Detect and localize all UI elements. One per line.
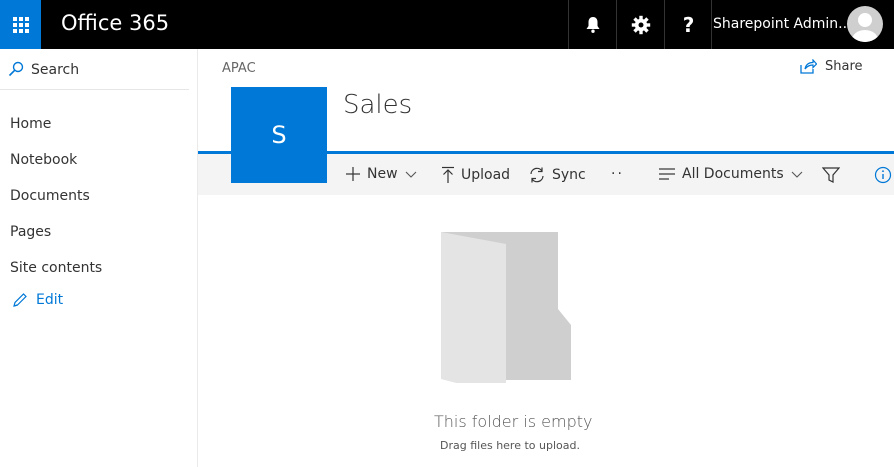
search-box[interactable]: Search	[0, 49, 189, 90]
sidebar-item-documents[interactable]: Documents	[10, 188, 90, 204]
view-label: All Documents	[682, 166, 784, 182]
more-button[interactable]: ··	[611, 166, 624, 182]
info-button[interactable]	[874, 166, 892, 184]
upload-label: Upload	[461, 167, 511, 183]
avatar-icon[interactable]	[847, 6, 883, 42]
breadcrumb[interactable]: APAC	[222, 61, 256, 76]
sync-icon	[530, 167, 544, 183]
settings-button[interactable]	[616, 0, 664, 49]
brand-title[interactable]: Office 365	[61, 11, 169, 35]
notifications-button[interactable]	[568, 0, 616, 49]
info-icon	[874, 166, 892, 184]
sync-button[interactable]: Sync	[528, 166, 586, 184]
new-label: New	[367, 166, 398, 182]
sidebar-item-home[interactable]: Home	[10, 116, 51, 132]
chevron-down-icon	[405, 171, 416, 178]
upload-icon	[442, 166, 454, 183]
upload-button[interactable]: Upload	[441, 166, 510, 184]
filter-button[interactable]	[822, 166, 840, 184]
user-name[interactable]: Sharepoint Admin...	[713, 16, 852, 32]
empty-folder-subtitle: Drag files here to upload.	[440, 439, 580, 452]
gear-icon	[631, 15, 650, 34]
left-navigation	[0, 49, 198, 467]
edit-links-button[interactable]: Edit	[12, 292, 63, 308]
sidebar-item-site-contents[interactable]: Site contents	[10, 260, 102, 276]
app-launcher-button[interactable]	[0, 0, 41, 49]
bell-icon	[586, 16, 599, 33]
view-switcher[interactable]: All Documents	[658, 166, 804, 182]
empty-folder-title: This folder is empty	[434, 412, 593, 431]
plus-icon	[346, 167, 360, 181]
chevron-down-icon	[791, 171, 803, 178]
site-logo[interactable]: S	[231, 87, 327, 183]
sidebar-item-notebook[interactable]: Notebook	[10, 152, 77, 168]
new-button[interactable]: New	[345, 166, 418, 182]
empty-folder-icon	[441, 232, 571, 383]
share-icon	[800, 59, 817, 74]
sidebar-item-pages[interactable]: Pages	[10, 224, 51, 240]
search-label: Search	[31, 62, 80, 78]
sync-label: Sync	[552, 167, 586, 183]
share-button[interactable]: Share	[800, 59, 863, 74]
pencil-icon	[13, 293, 27, 307]
filter-icon	[822, 167, 840, 183]
share-label: Share	[825, 59, 863, 74]
site-logo-letter: S	[271, 121, 287, 149]
site-title: Sales	[343, 90, 413, 120]
help-button[interactable]: ?	[664, 0, 712, 49]
edit-label: Edit	[36, 292, 64, 308]
waffle-icon	[12, 16, 29, 33]
help-icon: ?	[682, 12, 695, 37]
list-icon	[659, 168, 675, 180]
search-icon	[8, 61, 24, 77]
more-icon: ··	[611, 166, 624, 182]
